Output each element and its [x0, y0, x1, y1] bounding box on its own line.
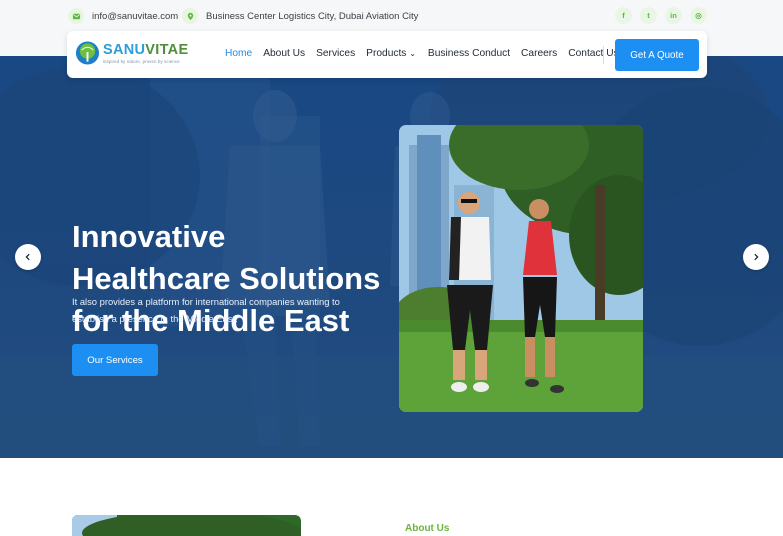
- about-section-image: [72, 515, 301, 536]
- nav-divider: [603, 46, 604, 64]
- brand-name: SANUVITAE: [103, 41, 189, 58]
- tree-logo-icon: [75, 41, 100, 65]
- brand-name-part1: SANU: [103, 41, 146, 58]
- chevron-left-icon: [25, 253, 30, 261]
- get-a-quote-button[interactable]: Get A Quote: [615, 39, 699, 71]
- nav-item-business-conduct[interactable]: Business Conduct: [428, 48, 510, 59]
- main-navbar: SANUVITAE inspired by nature, proven by …: [67, 31, 707, 78]
- twitter-icon[interactable]: t: [640, 7, 657, 24]
- location-pin-icon: [182, 8, 198, 24]
- slider-next-button[interactable]: [743, 244, 769, 270]
- brand-tagline: inspired by nature, proven by science: [103, 58, 180, 64]
- nav-item-products-label: Products: [366, 48, 407, 59]
- nav-item-home[interactable]: Home: [225, 48, 252, 59]
- mail-icon: [68, 8, 84, 24]
- about-us-label: About Us: [405, 523, 450, 534]
- hero-subtext: It also provides a platform for internat…: [72, 296, 340, 324]
- email-text[interactable]: info@sanuvitae.com: [92, 11, 178, 22]
- chevron-right-icon: [754, 253, 759, 261]
- address-text: Business Center Logistics City, Dubai Av…: [206, 10, 419, 22]
- linkedin-icon[interactable]: in: [665, 7, 682, 24]
- email-contact[interactable]: info@sanuvitae.com: [68, 8, 178, 24]
- chevron-down-icon: ⌄: [409, 49, 416, 58]
- nav-menu: Home About Us Services Products ⌄ Busine…: [225, 48, 619, 59]
- our-services-button[interactable]: Our Services: [72, 344, 158, 376]
- facebook-icon[interactable]: f: [615, 7, 632, 24]
- hero-runners-photo: [399, 125, 643, 412]
- nav-item-about-us[interactable]: About Us: [263, 48, 305, 59]
- instagram-icon[interactable]: ◎: [690, 7, 707, 24]
- address-contact: Business Center Logistics City, Dubai Av…: [182, 8, 418, 24]
- slider-prev-button[interactable]: [15, 244, 41, 270]
- hero-slider: Innovative Healthcare Solutions for the …: [0, 56, 783, 458]
- brand-name-part2: VITAE: [145, 41, 189, 58]
- headline-line-1: Innovative: [72, 219, 226, 254]
- nav-item-careers[interactable]: Careers: [521, 48, 557, 59]
- nav-item-services[interactable]: Services: [316, 48, 355, 59]
- social-links: f t in ◎: [615, 7, 707, 24]
- brand-logo[interactable]: SANUVITAE inspired by nature, proven by …: [75, 40, 188, 66]
- nav-item-products[interactable]: Products ⌄: [366, 48, 416, 59]
- nav-item-contact-us[interactable]: Contact Us: [568, 48, 618, 59]
